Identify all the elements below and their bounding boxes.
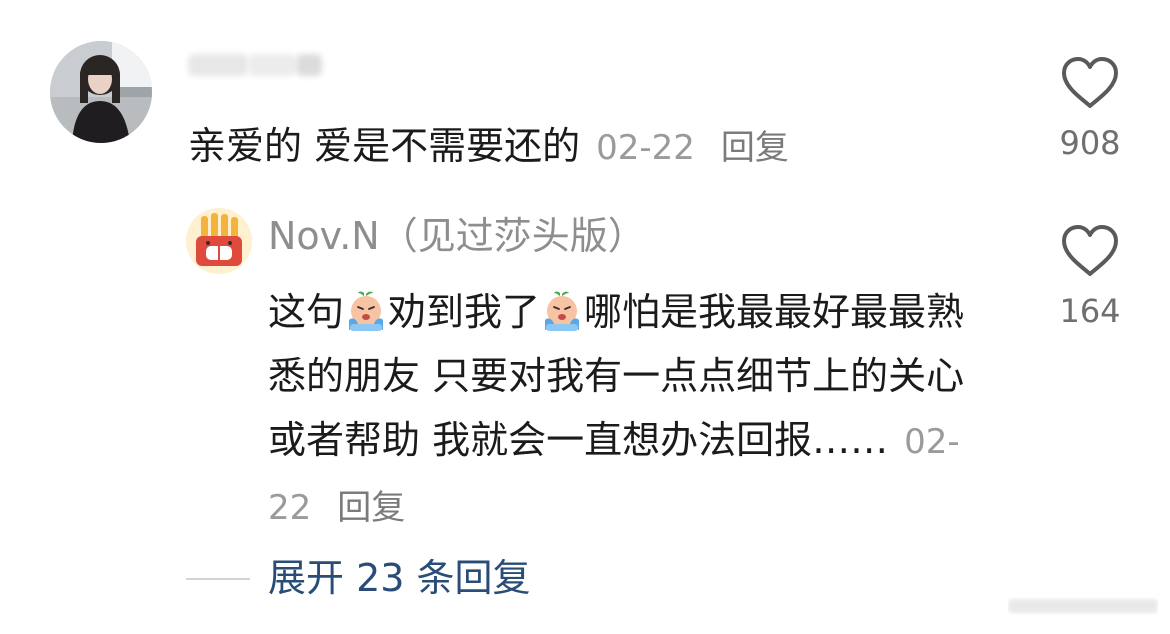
- expand-replies-button[interactable]: 展开 23 条回复: [268, 553, 531, 603]
- reply-text-part1: 这句: [268, 290, 345, 334]
- crying-emoji-icon: [345, 287, 387, 331]
- like-heart-icon[interactable]: [1060, 56, 1120, 110]
- reply-username[interactable]: Nov.N（见过莎头版）: [268, 210, 646, 262]
- comment-content: 亲爱的 爱是不需要还的 02-22 回复: [188, 120, 789, 174]
- comment-text: 亲爱的 爱是不需要还的: [188, 124, 581, 168]
- reply-content: 这句 劝到我了 哪怕是我最最好最最熟悉的朋友 只要对我有一点点细节上的关心或者帮…: [268, 280, 988, 540]
- commenter-avatar[interactable]: [50, 41, 152, 143]
- commenter-name-blurred: [188, 50, 323, 80]
- reply-text-part2: 劝到我了: [388, 290, 541, 334]
- comment-reply-button[interactable]: 回复: [721, 128, 789, 168]
- comment-date: 02-22: [596, 128, 695, 168]
- reply-like-count: 164: [1059, 292, 1121, 330]
- reply-reply-button[interactable]: 回复: [337, 488, 405, 528]
- expand-divider: [186, 578, 250, 580]
- like-heart-icon[interactable]: [1060, 224, 1120, 278]
- crying-emoji-icon: [541, 287, 583, 331]
- comment-like-count: 908: [1059, 124, 1121, 162]
- reply-avatar[interactable]: [186, 208, 252, 274]
- watermark-blur: [1008, 596, 1158, 616]
